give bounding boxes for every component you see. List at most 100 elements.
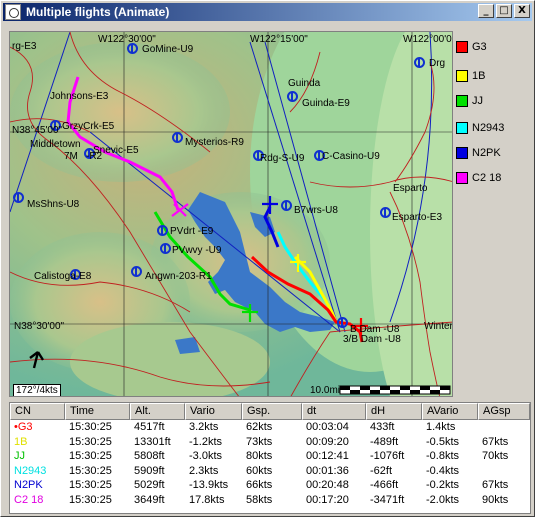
flight-map[interactable]: W122°30'00" W122°15'00" W122°00'00" rg-E… — [9, 31, 453, 397]
table-cell: 15:30:25 — [69, 435, 112, 448]
legend-label: C2 18 — [472, 172, 502, 184]
waypoint-label: rg-E3 — [12, 41, 37, 52]
table-cell: 00:03:04 — [306, 421, 349, 433]
table-cell: -466ft — [370, 479, 399, 491]
table-row[interactable]: 1B 15:30:25 13301ft -1.2kts 73kts 00:09:20 -48… — [10, 435, 530, 450]
legend-item[interactable]: C2 18 — [456, 170, 501, 186]
waypoint-label: Esparto-E3 — [392, 212, 443, 223]
table-cell: 15:30:25 — [69, 479, 112, 491]
legend-label: 1B — [472, 70, 486, 82]
legend-swatch — [456, 147, 468, 159]
table-cell: 4517ft — [134, 421, 165, 433]
legend-item[interactable]: G3 — [456, 39, 487, 55]
table-cell: 1.4kts — [426, 421, 456, 433]
window-title: Multiple flights (Animate) — [26, 5, 170, 19]
table-cell: 66kts — [246, 479, 273, 491]
legend-swatch — [456, 122, 468, 134]
legend-swatch — [456, 95, 468, 107]
legend-item[interactable]: JJ — [456, 93, 483, 109]
title-bar[interactable]: Multiple flights (Animate) _ □ X — [3, 3, 532, 21]
table-cell: -1.2kts — [189, 435, 223, 448]
waypoint-icon[interactable] — [172, 132, 183, 143]
waypoint-icon[interactable] — [414, 57, 425, 68]
table-cell: -1076ft — [370, 450, 405, 462]
legend-label: G3 — [472, 41, 487, 53]
table-cell: 1B — [14, 435, 28, 448]
waypoint-label: Guinda — [288, 78, 321, 89]
column-header-avario[interactable]: AVario — [422, 403, 478, 420]
waypoint-icon[interactable] — [157, 225, 168, 236]
table-cell: 5909ft — [134, 464, 165, 477]
multiple-flights-window: Multiple flights (Animate) _ □ X W122°30… — [0, 0, 535, 517]
table-cell: 433ft — [370, 421, 395, 433]
waypoint-label: Rdg-S-U9 — [260, 153, 305, 164]
waypoint-label: MsShns-U8 — [27, 199, 80, 210]
latitude-label: N38°30'00" — [14, 321, 65, 332]
table-cell: 00:09:20 — [306, 435, 349, 448]
table-cell: -62ft — [370, 464, 393, 477]
latitude-label: N38°45'00" — [12, 125, 63, 136]
column-header-time[interactable]: Time — [65, 403, 130, 420]
table-cell: 90kts — [482, 493, 509, 506]
maximize-button[interactable]: □ — [496, 4, 512, 18]
table-cell: 00:12:41 — [306, 450, 349, 462]
legend-item[interactable]: N2943 — [456, 120, 504, 136]
column-header-alt[interactable]: Alt. — [130, 403, 185, 420]
waypoint-icon[interactable] — [287, 91, 298, 102]
table-cell: 67kts — [482, 435, 509, 448]
table-cell: 5029ft — [134, 479, 165, 491]
table-cell: 17.8kts — [189, 493, 225, 506]
legend-item[interactable]: 1B — [456, 68, 485, 84]
waypoint-label: Angwn-203-R1 — [145, 271, 212, 282]
wind-indicator: 172°/4kts — [13, 384, 61, 396]
waypoint-label: Calistoga-E8 — [34, 271, 92, 282]
table-cell: N2943 — [14, 464, 47, 477]
table-row[interactable]: •G3 15:30:25 4517ft 3.2kts 62kts 00:03:04 433f… — [10, 420, 530, 435]
waypoint-icon[interactable] — [380, 207, 391, 218]
legend-label: JJ — [472, 95, 483, 107]
waypoint-label: GoMine-U9 — [142, 44, 194, 55]
column-header-agsp[interactable]: AGsp — [478, 403, 530, 420]
table-cell: 13301ft — [134, 435, 171, 448]
table-row[interactable]: N2PK 15:30:25 5029ft -13.9kts 66kts 00:20:48 -… — [10, 478, 530, 493]
legend-swatch — [456, 41, 468, 53]
column-header-dh[interactable]: dH — [366, 403, 422, 420]
minimize-button[interactable]: _ — [478, 4, 494, 18]
table-cell: 67kts — [482, 479, 509, 491]
close-button[interactable]: X — [514, 4, 530, 18]
table-cell: 5808ft — [134, 450, 165, 462]
table-cell: C2 18 — [14, 493, 44, 506]
column-header-cn[interactable]: CN — [10, 403, 65, 420]
table-row[interactable]: N2943 15:30:25 5909ft 2.3kts 60kts 00:01:36 -6… — [10, 464, 530, 479]
table-cell: 00:17:20 — [306, 493, 349, 506]
legend-swatch — [456, 70, 468, 82]
waypoint-icon[interactable] — [281, 200, 292, 211]
waypoint-icon[interactable] — [337, 317, 348, 328]
waypoint-label: B7wrs-U8 — [294, 205, 338, 216]
column-header-vario[interactable]: Vario — [185, 403, 242, 420]
legend-label: N2PK — [472, 147, 501, 159]
table-cell: N2PK — [14, 479, 43, 491]
table-cell: 15:30:25 — [69, 421, 112, 433]
table-cell: -0.5kts — [426, 435, 460, 448]
table-cell: 15:30:25 — [69, 450, 112, 462]
legend-label: N2943 — [472, 122, 505, 134]
waypoint-icon[interactable] — [13, 192, 24, 203]
waypoint-label: Middletown — [30, 139, 81, 150]
column-header-gsp[interactable]: Gsp. — [242, 403, 302, 420]
table-cell: 62kts — [246, 421, 273, 433]
table-row[interactable]: JJ 15:30:25 5808ft -3.0kts 80kts 00:12:41 -107… — [10, 449, 530, 464]
waypoint-icon[interactable] — [160, 243, 171, 254]
table-header: CN Time Alt. Vario Gsp. dt dH AVario AGs… — [10, 403, 530, 420]
waypoint-label: Guinda-E9 — [302, 98, 350, 109]
app-icon[interactable] — [5, 4, 21, 20]
table-cell: -13.9kts — [189, 479, 229, 491]
table-cell: •G3 — [14, 421, 33, 433]
table-cell: 73kts — [246, 435, 273, 448]
legend-item[interactable]: N2PK — [456, 145, 501, 161]
table-row[interactable]: C2 18 15:30:25 3649ft 17.8kts 58kts 00:17:20 -… — [10, 493, 530, 508]
table-cell: 3.2kts — [189, 421, 219, 433]
column-header-dt[interactable]: dt — [302, 403, 366, 420]
waypoint-label: PVwvy -U9 — [172, 245, 222, 256]
waypoint-icon[interactable] — [131, 266, 142, 277]
